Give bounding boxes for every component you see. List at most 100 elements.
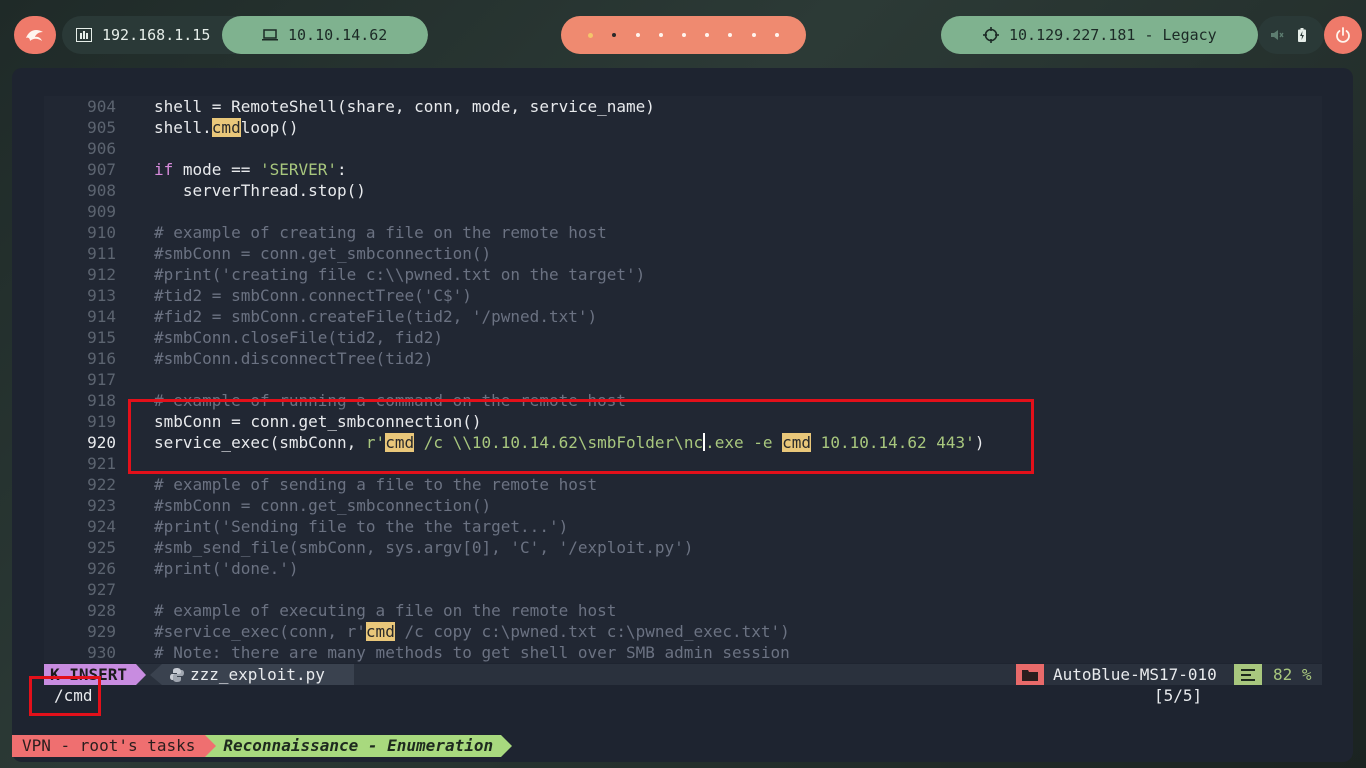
code-line[interactable]: 924 #print('Sending file to the the targe… [44, 516, 1322, 537]
code-line[interactable]: 913 #tid2 = smbConn.connectTree('C$') [44, 285, 1322, 306]
code-line[interactable]: 928 # example of executing a file on the … [44, 600, 1322, 621]
code-text: #print('done.') [154, 559, 299, 578]
line-number: 925 [87, 538, 116, 557]
code-line[interactable]: 915 #smbConn.closeFile(tid2, fid2) [44, 327, 1322, 348]
code-line[interactable]: 911 #smbConn = conn.get_smbconnection() [44, 243, 1322, 264]
kali-menu-button[interactable] [14, 16, 56, 54]
code-text: # example of executing a file on the rem… [154, 601, 617, 620]
code-line[interactable]: 908 serverThread.stop() [44, 180, 1322, 201]
workspace-2[interactable] [612, 33, 617, 37]
line-number: 928 [87, 601, 116, 620]
filename: zzz_exploit.py [190, 665, 325, 684]
lines-icon [1234, 664, 1262, 685]
code-line[interactable]: 925 #smb_send_file(smbConn, sys.argv[0], … [44, 537, 1322, 558]
workspace-switcher[interactable] [561, 16, 806, 54]
line-number: 913 [87, 286, 116, 305]
code-text: shell = RemoteShell(share, conn, mode, s… [154, 97, 655, 116]
target-label: 10.129.227.181 - Legacy [1009, 26, 1217, 44]
code-text: shell.cmdloop() [154, 118, 299, 137]
local-ip: 192.168.1.15 [102, 26, 211, 44]
workspace-8[interactable] [751, 33, 756, 37]
session-name[interactable]: VPN - root's tasks [12, 735, 217, 757]
workspace-6[interactable] [705, 33, 710, 37]
search-match-count: [5/5] [1154, 686, 1203, 705]
code-line[interactable]: 904 shell = RemoteShell(share, conn, mode… [44, 96, 1322, 117]
local-ip-segment: 192.168.1.15 [62, 16, 222, 54]
line-number: 926 [87, 559, 116, 578]
network-icon [76, 28, 92, 42]
code-text: #print('creating file c:\\pwned.txt on t… [154, 265, 646, 284]
code-line[interactable]: 914 #fid2 = smbConn.createFile(tid2, '/pw… [44, 306, 1322, 327]
code-text: #smbConn.closeFile(tid2, fid2) [154, 328, 443, 347]
line-number: 907 [87, 160, 116, 179]
code-text: #service_exec(conn, r'cmd /c copy c:\pwn… [154, 622, 790, 641]
target-indicator: 10.129.227.181 - Legacy [941, 16, 1258, 54]
command-line[interactable]: /cmd [5/5] [44, 685, 1322, 706]
code-line[interactable]: 909 [44, 201, 1322, 222]
code-text: #smbConn.disconnectTree(tid2) [154, 349, 434, 368]
line-number: 914 [87, 307, 116, 326]
folder-icon [1016, 664, 1044, 685]
workspace-9[interactable] [774, 33, 779, 37]
window-name[interactable]: Reconnaissance - Enumeration [205, 735, 512, 757]
code-line[interactable]: 906 [44, 138, 1322, 159]
network-info: 192.168.1.15 10.10.14.62 [62, 16, 428, 54]
code-text: #smbConn = conn.get_smbconnection() [154, 496, 492, 515]
workspace-1[interactable] [588, 32, 594, 38]
search-match: cmd [365, 622, 395, 641]
highlight-box-code [128, 399, 1034, 474]
scroll-percent: 82 % [1273, 665, 1312, 684]
highlight-box-search [29, 676, 101, 716]
line-number: 917 [87, 370, 116, 389]
line-number: 909 [87, 202, 116, 221]
code-line[interactable]: 907 if mode == 'SERVER': [44, 159, 1322, 180]
line-number: 912 [87, 265, 116, 284]
search-match: cmd [211, 118, 241, 137]
battery-charging-icon[interactable] [1298, 28, 1306, 42]
code-text: # example of sending a file to the remot… [154, 475, 598, 494]
code-line[interactable]: 930 # Note: there are many methods to get… [44, 642, 1322, 663]
code-line[interactable]: 917 [44, 369, 1322, 390]
code-line[interactable]: 922 # example of sending a file to the re… [44, 474, 1322, 495]
code-line[interactable]: 905 shell.cmdloop() [44, 117, 1322, 138]
code-text: #fid2 = smbConn.createFile(tid2, '/pwned… [154, 307, 598, 326]
tmux-status-bar: VPN - root's tasks Reconnaissance - Enum… [12, 735, 512, 757]
workspace-7[interactable] [728, 33, 733, 37]
code-text: #tid2 = smbConn.connectTree('C$') [154, 286, 472, 305]
workspace-4[interactable] [658, 33, 663, 37]
status-line: K INSERT zzz_exploit.py AutoBlue-MS17-01… [44, 664, 1322, 685]
code-text: if mode == 'SERVER': [154, 160, 347, 179]
vpn-ip-segment: 10.10.14.62 [222, 16, 428, 54]
vpn-ip: 10.10.14.62 [288, 26, 388, 44]
power-icon [1336, 27, 1350, 43]
line-number: 905 [87, 118, 116, 137]
kali-dragon-icon [26, 30, 43, 41]
line-number: 911 [87, 244, 116, 263]
code-line[interactable]: 916 #smbConn.disconnectTree(tid2) [44, 348, 1322, 369]
line-number: 918 [87, 391, 116, 410]
workspace-3[interactable] [635, 33, 640, 37]
code-line[interactable]: 912 #print('creating file c:\\pwned.txt o… [44, 264, 1322, 285]
code-line[interactable]: 929 #service_exec(conn, r'cmd /c copy c:\… [44, 621, 1322, 642]
line-number: 922 [87, 475, 116, 494]
volume-muted-icon[interactable] [1270, 29, 1284, 41]
filename-segment: zzz_exploit.py [150, 664, 354, 685]
line-number: 923 [87, 496, 116, 515]
top-bar: 192.168.1.15 10.10.14.62 10.129.227.181 … [0, 0, 1366, 70]
power-button[interactable] [1324, 16, 1362, 54]
code-text: # example of creating a file on the remo… [154, 223, 607, 242]
terminal-window[interactable]: 904 shell = RemoteShell(share, conn, mode… [12, 68, 1353, 762]
code-line[interactable]: 923 #smbConn = conn.get_smbconnection() [44, 495, 1322, 516]
code-text: #smb_send_file(smbConn, sys.argv[0], 'C'… [154, 538, 694, 557]
python-icon [170, 667, 184, 682]
directory-name: AutoBlue-MS17-010 [1053, 665, 1217, 684]
line-number: 920 [87, 433, 116, 452]
line-number: 904 [87, 97, 116, 116]
code-line[interactable]: 910 # example of creating a file on the r… [44, 222, 1322, 243]
code-editor[interactable]: 904 shell = RemoteShell(share, conn, mode… [44, 96, 1322, 663]
workspace-5[interactable] [681, 33, 686, 37]
laptop-icon [262, 29, 278, 41]
code-line[interactable]: 927 [44, 579, 1322, 600]
code-line[interactable]: 926 #print('done.') [44, 558, 1322, 579]
line-number: 919 [87, 412, 116, 431]
